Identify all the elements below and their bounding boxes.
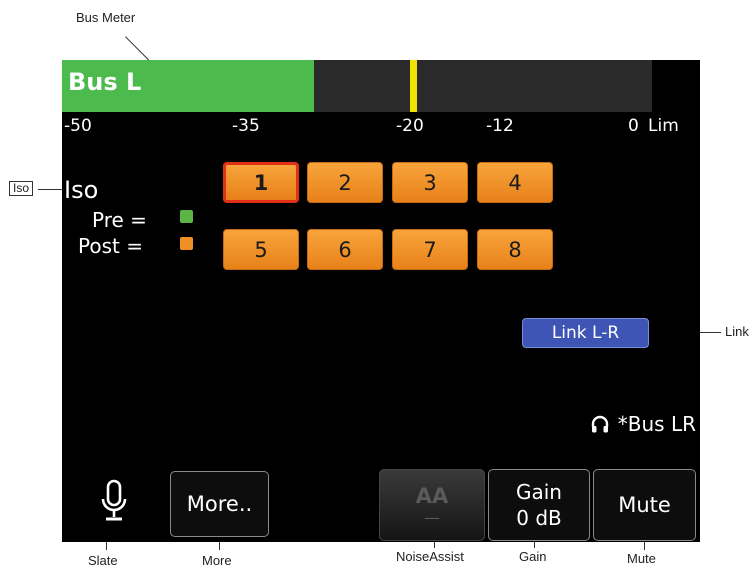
- link-lr-button[interactable]: Link L-R: [522, 318, 649, 348]
- callout-line-mute: [644, 542, 645, 550]
- callout-mute: Mute: [627, 551, 656, 566]
- callout-line-iso: [38, 189, 64, 190]
- callout-line-gain: [534, 542, 535, 548]
- headphones-icon: [591, 415, 608, 433]
- noise-assist-label: AA: [415, 483, 449, 508]
- iso-channel-8-button[interactable]: 8: [477, 229, 553, 270]
- bus-meter: Bus L: [62, 60, 652, 112]
- callout-iso: Iso: [9, 181, 34, 196]
- noise-assist-value: —: [424, 507, 440, 527]
- iso-channel-1-button[interactable]: 1: [223, 162, 299, 203]
- monitor-source: *Bus LR: [590, 412, 696, 436]
- noise-assist-button[interactable]: AA —: [379, 469, 485, 541]
- meter-tick: -50: [64, 116, 92, 136]
- callout-slate: Slate: [88, 553, 118, 568]
- iso-channel-7-button[interactable]: 7: [392, 229, 468, 270]
- bus-meter-label: Bus L: [68, 68, 142, 96]
- callout-line-slate: [106, 542, 107, 550]
- gain-button[interactable]: Gain 0 dB: [488, 469, 590, 541]
- gain-label: Gain: [516, 480, 562, 504]
- iso-channel-6-button[interactable]: 6: [307, 229, 383, 270]
- device-screen: Bus L -50 -35 -20 -12 0 Lim Iso Pre = Po…: [62, 60, 700, 542]
- callout-link: Link: [725, 324, 749, 339]
- iso-channel-4-button[interactable]: 4: [477, 162, 553, 203]
- meter-tick: -35: [232, 116, 260, 136]
- callout-line-more: [219, 542, 220, 550]
- iso-channel-3-button[interactable]: 3: [392, 162, 468, 203]
- gain-value: 0 dB: [516, 506, 562, 530]
- iso-label: Iso: [64, 176, 99, 204]
- iso-post-label: Post =: [78, 234, 143, 258]
- mute-label: Mute: [618, 493, 671, 517]
- monitor-label: *Bus LR: [617, 412, 696, 436]
- meter-lim-label: Lim: [648, 116, 679, 136]
- microphone-icon: [101, 479, 127, 521]
- more-button[interactable]: More..: [170, 471, 269, 537]
- meter-tick: -12: [486, 116, 514, 136]
- callout-bus-meter: Bus Meter: [76, 10, 136, 25]
- meter-tick: 0: [628, 116, 639, 136]
- iso-channel-2-button[interactable]: 2: [307, 162, 383, 203]
- meter-tick: -20: [396, 116, 424, 136]
- callout-noise-assist: NoiseAssist: [396, 549, 464, 564]
- callout-gain: Gain: [519, 549, 547, 564]
- slate-button[interactable]: [94, 474, 134, 528]
- callout-line-noise-assist: [434, 542, 435, 548]
- iso-pre-swatch: [180, 210, 193, 223]
- iso-pre-label: Pre =: [92, 208, 147, 232]
- callout-more: More: [202, 553, 232, 568]
- more-button-label: More..: [186, 492, 253, 516]
- iso-post-swatch: [180, 237, 193, 250]
- bus-meter-peak-hold: [410, 60, 418, 112]
- iso-channel-5-button[interactable]: 5: [223, 229, 299, 270]
- mute-button[interactable]: Mute: [593, 469, 696, 541]
